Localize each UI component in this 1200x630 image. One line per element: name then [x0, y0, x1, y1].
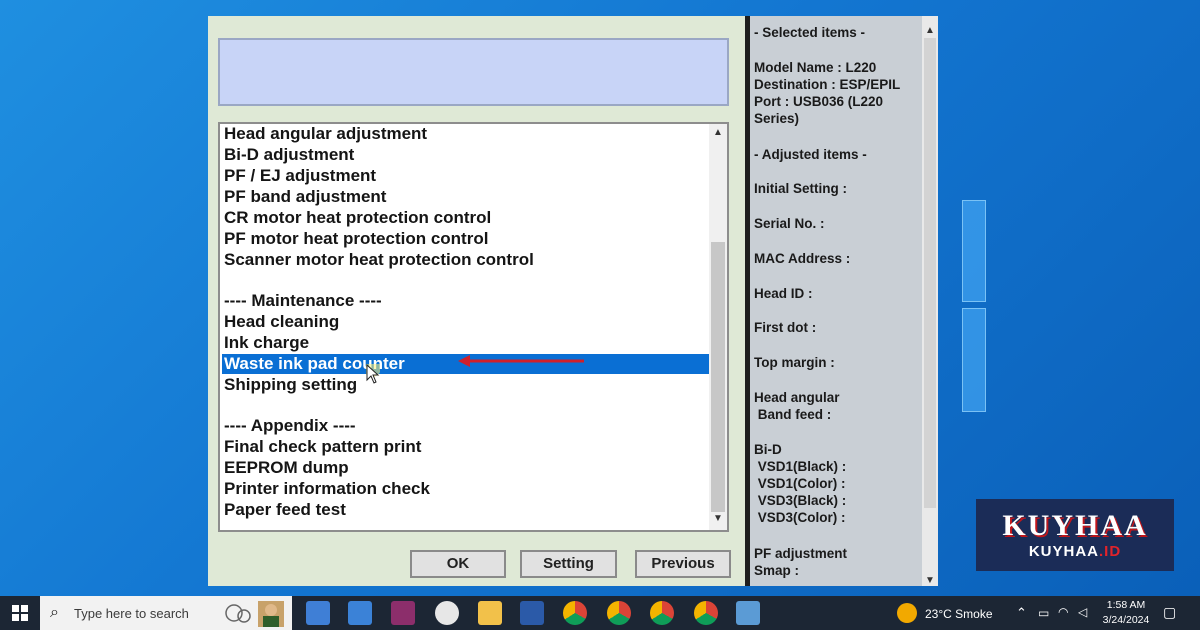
taskbar: ⌕ Type here to search 23°C Smoke ⌃ ▭ ◠ ◁… [0, 596, 1200, 630]
weather-text[interactable]: 23°C Smoke [925, 607, 993, 621]
control-panel-icon[interactable] [736, 601, 760, 625]
file-explorer-icon[interactable] [478, 601, 502, 625]
list-item[interactable]: Ink charge [222, 333, 710, 353]
scroll-up-icon[interactable]: ▲ [711, 126, 725, 140]
side-scrollbar-thumb[interactable] [924, 38, 936, 508]
windows-start-icon[interactable] [0, 596, 40, 630]
initial-setting: Initial Setting : [754, 181, 847, 196]
previous-button[interactable]: Previous [635, 550, 731, 578]
pf-adjustment: PF adjustment Smap : [754, 546, 848, 578]
search-highlight-doodle-icon [225, 601, 284, 627]
clock-time: 1:58 AM [1106, 599, 1146, 611]
list-item[interactable]: Head angular adjustment [222, 124, 710, 144]
taskbar-search-box[interactable]: ⌕ Type here to search [40, 596, 292, 630]
taskbar-clock[interactable]: 1:58 AM 3/24/2024 [1100, 598, 1152, 628]
top-margin: Top margin : [754, 355, 835, 370]
list-item[interactable]: Paper feed test [222, 500, 710, 520]
winrar-icon[interactable] [391, 601, 415, 625]
bi-d-values: Bi-D VSD1(Black) : VSD1(Color) : VSD3(Bl… [754, 442, 847, 525]
head-id: Head ID : [754, 286, 813, 301]
function-list[interactable]: Head angular adjustment Bi-D adjustment … [218, 122, 729, 532]
paint-icon[interactable] [435, 601, 459, 625]
list-item[interactable]: CR motor heat protection control [222, 208, 710, 228]
red-arrow-annotation-icon [458, 355, 584, 367]
search-placeholder: Type here to search [74, 606, 189, 621]
list-item[interactable]: PF band adjustment [222, 187, 710, 207]
list-item[interactable]: Scanner motor heat protection control [222, 250, 710, 270]
scroll-up-icon[interactable]: ▲ [923, 24, 937, 38]
chevron-up-icon[interactable]: ⌃ [1016, 605, 1027, 621]
chrome-profile-icon[interactable] [607, 601, 631, 625]
first-dot: First dot : [754, 320, 817, 335]
description-box [218, 38, 729, 106]
list-item[interactable]: Shipping setting [222, 375, 710, 395]
list-item[interactable]: PF / EJ adjustment [222, 166, 710, 186]
battery-icon[interactable]: ▭ [1038, 606, 1049, 620]
word-icon[interactable] [520, 601, 544, 625]
kuyhaa-watermark-logo: KUYHAA KUYHAA.ID [976, 499, 1174, 571]
watermark-title: KUYHAA [1002, 509, 1148, 542]
watermark-subtitle: KUYHAA.ID [1028, 543, 1122, 560]
adjusted-items-header: - Adjusted items - [754, 147, 867, 162]
head-angular: Head angular Band feed : [754, 390, 840, 422]
list-item[interactable]: PF motor heat protection control [222, 229, 710, 249]
network-icon[interactable]: ◠ [1058, 605, 1068, 619]
scroll-down-icon[interactable]: ▼ [923, 574, 937, 588]
mail-icon[interactable] [348, 601, 372, 625]
list-scrollbar[interactable]: ▲ ▼ [709, 124, 727, 530]
search-icon: ⌕ [50, 604, 59, 621]
adjustment-program-dialog: Head angular adjustment Bi-D adjustment … [208, 16, 745, 586]
setting-button[interactable]: Setting [520, 550, 617, 578]
info-side-panel: - Selected items - Model Name : L220 Des… [745, 16, 938, 586]
chrome-k-icon[interactable] [694, 601, 718, 625]
list-item[interactable]: Bi-D adjustment [222, 145, 710, 165]
scroll-down-icon[interactable]: ▼ [711, 512, 725, 526]
model-name: Model Name : L220 [754, 60, 877, 75]
scrollbar-thumb[interactable] [711, 242, 725, 512]
mouse-pointer-icon [366, 364, 380, 384]
list-item[interactable]: Printer information check [222, 479, 710, 499]
selected-items-header: - Selected items - [754, 25, 866, 40]
side-scrollbar[interactable]: ▲ ▼ [922, 16, 938, 586]
mac-address: MAC Address : [754, 251, 851, 266]
chrome-icon[interactable] [563, 601, 587, 625]
clock-date: 3/24/2024 [1102, 614, 1150, 626]
section-header-maintenance: ---- Maintenance ---- [224, 291, 382, 310]
list-item[interactable]: Head cleaning [222, 312, 710, 332]
section-header-appendix: ---- Appendix ---- [224, 416, 356, 435]
destination: Destination : ESP/EPIL [754, 77, 901, 92]
ok-button[interactable]: OK [410, 550, 506, 578]
notification-icon[interactable]: ▢ [1163, 604, 1176, 621]
task-view-icon[interactable] [306, 601, 330, 625]
list-item[interactable]: EEPROM dump [222, 458, 710, 478]
serial-no: Serial No. : [754, 216, 825, 231]
volume-icon[interactable]: ◁ [1078, 605, 1087, 619]
port: Port : USB036 (L220 Series) [754, 94, 884, 126]
list-item[interactable]: Final check pattern print [222, 437, 710, 457]
weather-icon[interactable] [897, 603, 917, 623]
chrome-b-icon[interactable] [650, 601, 674, 625]
